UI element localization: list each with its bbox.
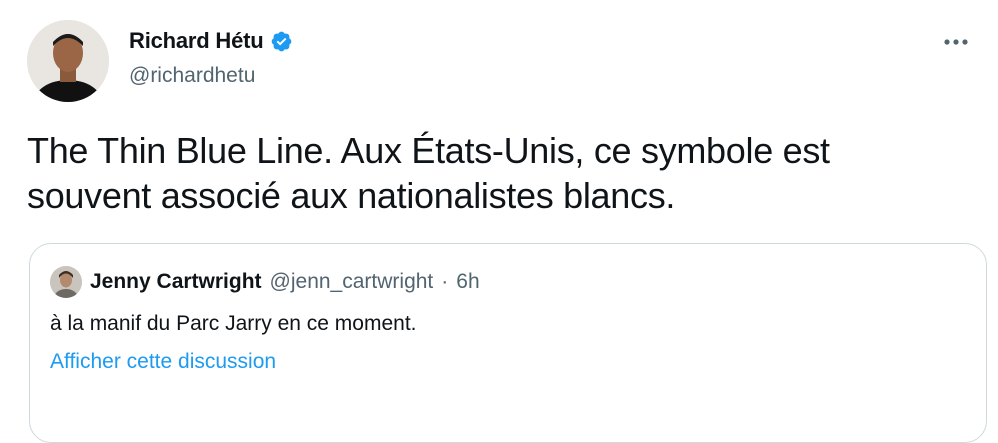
quoted-author-avatar[interactable] [50,266,82,298]
quoted-author-name[interactable]: Jenny Cartwright [90,270,262,294]
quoted-author-handle: @jenn_cartwright [269,270,434,293]
profile-photo-icon [27,20,109,102]
more-options-button[interactable] [936,30,976,54]
tweet-text-line-1: The Thin Blue Line. Aux États-Unis, ce s… [27,130,830,171]
author-avatar[interactable] [27,20,109,102]
quoted-tweet-text: à la manif du Parc Jarry en ce moment. [50,312,417,335]
author-name-row[interactable]: Richard Hétu [129,28,293,54]
verified-badge-icon [270,30,293,53]
more-horizontal-icon [944,39,968,45]
show-thread-link[interactable]: Afficher cette discussion [50,350,276,374]
tweet-text: The Thin Blue Line. Aux États-Unis, ce s… [27,128,967,218]
quoted-timestamp[interactable]: 6h [456,270,479,294]
quoted-tweet-header: Jenny Cartwright @jenn_cartwright · 6h [50,266,480,298]
author-handle[interactable]: @richardhetu [129,64,255,88]
profile-photo-icon [50,266,82,298]
quoted-separator: · [441,270,449,293]
tweet-text-line-2: souvent associé aux nationalistes blancs… [27,175,676,216]
author-display-name[interactable]: Richard Hétu [129,28,264,54]
quoted-tweet-card[interactable]: Jenny Cartwright @jenn_cartwright · 6h à… [29,243,987,443]
